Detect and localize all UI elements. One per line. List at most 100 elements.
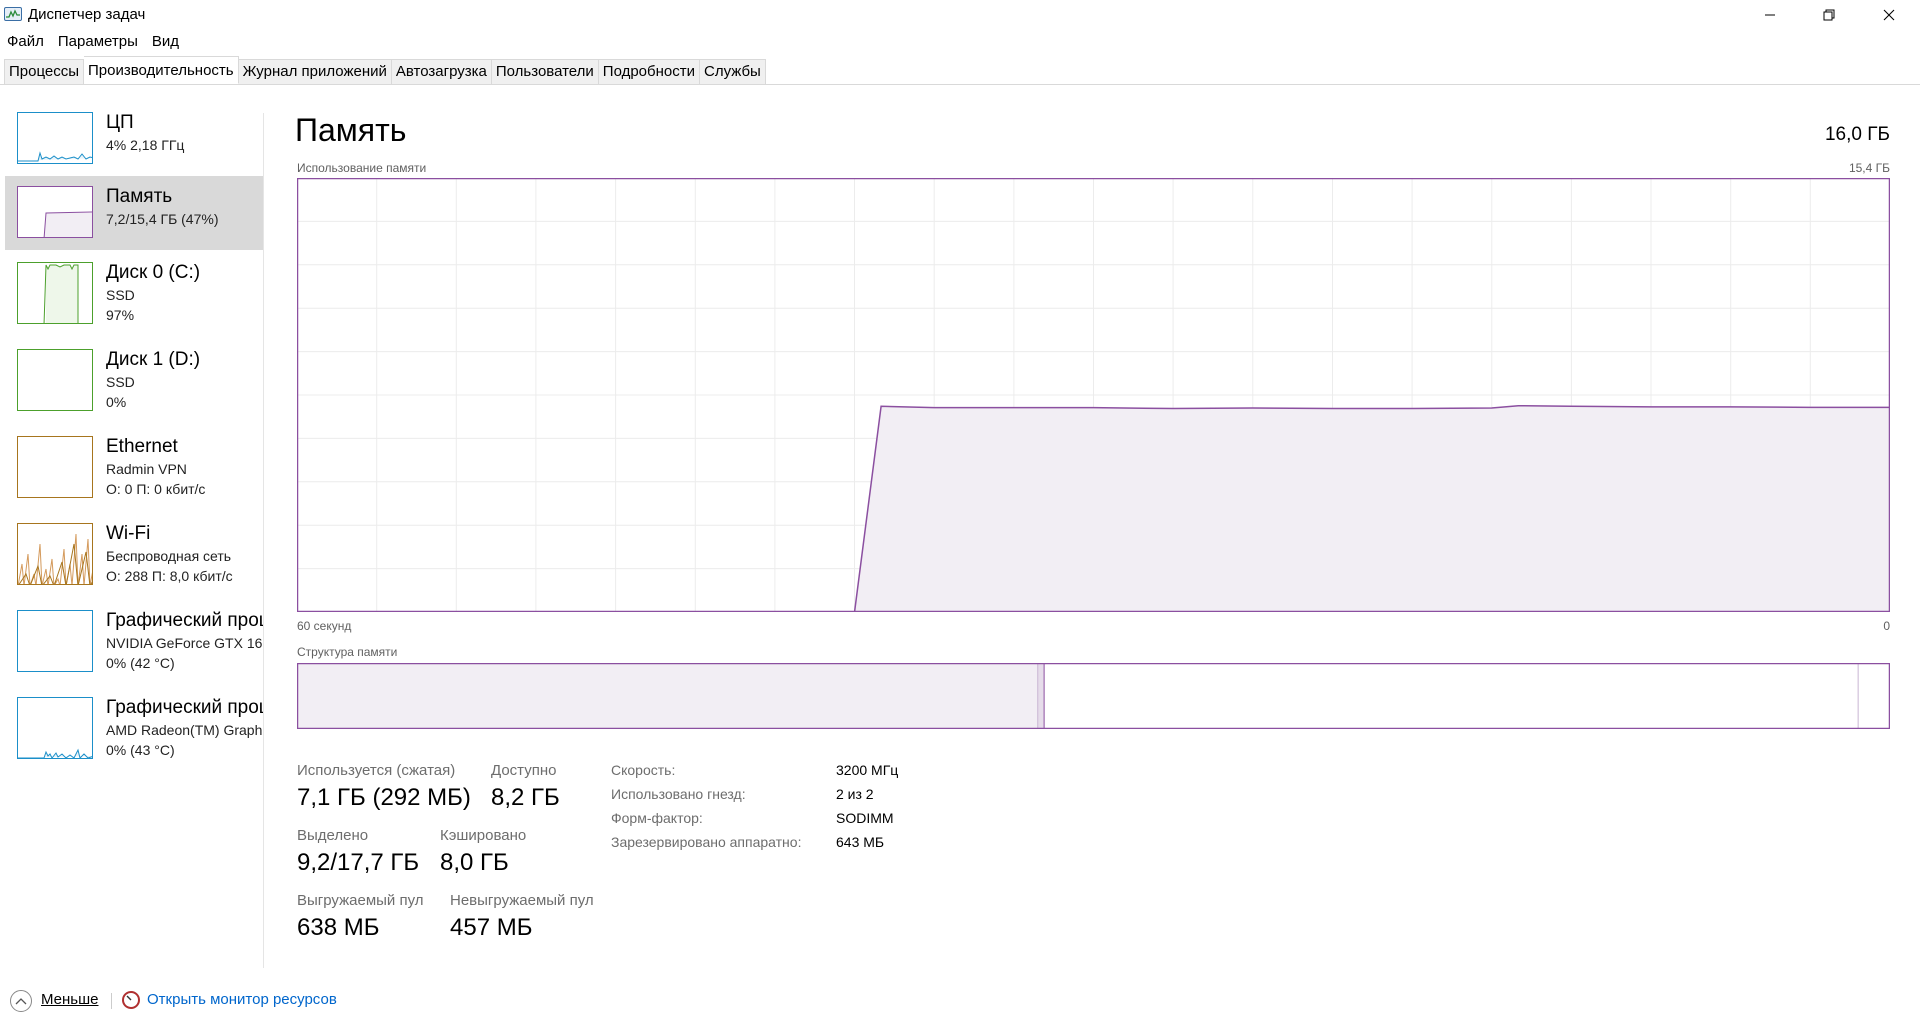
hardware-reserved-value: 643 МБ: [836, 834, 885, 850]
sidebar-item-gpu1[interactable]: Графический процессор 1 AMD Radeon(TM) G…: [5, 687, 263, 761]
sidebar-item-throughput: О: 0 П: 0 кбит/с: [106, 481, 206, 497]
sidebar-item-throughput: О: 288 П: 8,0 кбит/с: [106, 568, 233, 584]
restore-icon: [1823, 9, 1835, 21]
resource-monitor-icon: [122, 991, 140, 1009]
nonpaged-pool-label: Невыгружаемый пул: [450, 892, 594, 909]
sidebar-item-detail: NVIDIA GeForce GTX 1650: [106, 635, 263, 651]
tab-strip: Процессы Производительность Журнал прило…: [4, 56, 766, 85]
tab-details[interactable]: Подробности: [598, 59, 700, 85]
footer-divider: [111, 993, 112, 1009]
sidebar-item-detail: SSD: [106, 374, 135, 390]
gpu1-thumbnail-graph: [17, 697, 93, 759]
task-manager-icon: [4, 7, 22, 21]
gpu0-thumbnail-graph: [17, 610, 93, 672]
time-axis-left: 60 секунд: [297, 619, 352, 633]
structure-in-use: [297, 663, 1038, 729]
task-manager-window: Диспетчер задач Файл Параметры Вид Проце…: [0, 0, 1920, 1030]
close-button[interactable]: [1860, 0, 1918, 30]
committed-label: Выделено: [297, 827, 369, 844]
minimize-icon: [1765, 14, 1775, 16]
window-title: Диспетчер задач: [28, 6, 146, 23]
usage-graph-label: Использование памяти: [297, 161, 427, 175]
sidebar-item-usage: 0%: [106, 394, 127, 410]
hardware-reserved-label: Зарезервировано аппаратно:: [611, 834, 802, 850]
cached-label: Кэшировано: [440, 827, 527, 844]
sidebar-item-gpu0[interactable]: Графический процессор 0 NVIDIA GeForce G…: [5, 600, 263, 674]
chevron-up-icon[interactable]: [10, 990, 32, 1012]
sidebar-item-name: Ethernet: [106, 436, 178, 457]
sidebar-item-usage: 97%: [106, 307, 135, 323]
fewer-details-link[interactable]: Меньше: [41, 991, 98, 1008]
title-bar: Диспетчер задач: [0, 0, 1920, 30]
maximize-button[interactable]: [1800, 0, 1858, 30]
nonpaged-pool-value: 457 МБ: [450, 914, 533, 941]
tab-startup[interactable]: Автозагрузка: [391, 59, 492, 85]
sidebar-item-name: Диск 0 (C:): [106, 262, 201, 283]
tab-services[interactable]: Службы: [699, 59, 766, 85]
total-memory: 16,0 ГБ: [1824, 124, 1890, 145]
sidebar-item-disk1[interactable]: Диск 1 (D:) SSD 0%: [5, 339, 263, 413]
sidebar-item-name: ЦП: [106, 112, 134, 133]
page-title: Память: [295, 112, 407, 148]
memory-usage-chart: [297, 178, 1890, 612]
sidebar-item-cpu[interactable]: ЦП 4% 2,18 ГГц: [5, 102, 263, 176]
cached-value: 8,0 ГБ: [440, 849, 509, 876]
usage-graph-max: 15,4 ГБ: [1848, 161, 1890, 175]
in-use-value: 7,1 ГБ (292 МБ): [297, 784, 471, 811]
paged-pool-label: Выгружаемый пул: [297, 892, 424, 909]
tab-users[interactable]: Пользователи: [491, 59, 599, 85]
sidebar-item-memory[interactable]: Память 7,2/15,4 ГБ (47%): [5, 176, 263, 250]
speed-label: Скорость:: [611, 762, 676, 778]
in-use-label: Используется (сжатая): [297, 762, 456, 779]
structure-modified: [1037, 663, 1045, 729]
minimize-button[interactable]: [1741, 0, 1799, 30]
sidebar-item-ethernet[interactable]: Ethernet Radmin VPN О: 0 П: 0 кбит/с: [5, 426, 263, 500]
time-axis-right: 0: [1883, 619, 1890, 633]
sidebar-item-name: Диск 1 (D:): [106, 349, 201, 370]
sidebar-item-usage: 0% (43 °C): [106, 742, 175, 758]
paged-pool-value: 638 МБ: [297, 914, 380, 941]
wifi-thumbnail-graph: [17, 523, 93, 585]
close-icon: [1883, 9, 1895, 21]
sidebar-divider: [263, 113, 264, 968]
tab-app-history[interactable]: Журнал приложений: [238, 59, 392, 85]
open-resource-monitor-link[interactable]: Открыть монитор ресурсов: [147, 991, 337, 1008]
resource-sidebar: ЦП 4% 2,18 ГГц Память 7,2/15,4 ГБ (47%) …: [5, 102, 263, 792]
memory-usage-area: [854, 405, 1890, 612]
sidebar-item-detail: Беспроводная сеть: [106, 548, 232, 564]
cpu-thumbnail-graph: [17, 112, 93, 164]
available-label: Доступно: [491, 762, 557, 779]
sidebar-item-detail: Radmin VPN: [106, 461, 187, 477]
sidebar-item-usage: 0% (42 °C): [106, 655, 175, 671]
sidebar-item-detail: 4% 2,18 ГГц: [106, 137, 185, 153]
tab-processes[interactable]: Процессы: [4, 59, 85, 85]
ethernet-thumbnail-graph: [17, 436, 93, 498]
disk1-thumbnail-graph: [17, 349, 93, 411]
sidebar-item-detail: 7,2/15,4 ГБ (47%): [106, 211, 219, 227]
sidebar-item-disk0[interactable]: Диск 0 (C:) SSD 97%: [5, 252, 263, 326]
form-factor-label: Форм-фактор:: [611, 810, 703, 826]
sidebar-item-name: Графический процессор 0: [106, 610, 263, 631]
slots-value: 2 из 2: [836, 786, 874, 802]
menu-options[interactable]: Параметры: [51, 32, 145, 52]
memory-thumbnail-graph: [17, 186, 93, 238]
memory-composition-bar: [297, 663, 1890, 729]
sidebar-item-name: Память: [106, 186, 173, 207]
available-value: 8,2 ГБ: [491, 784, 560, 811]
sidebar-item-detail: SSD: [106, 287, 135, 303]
sidebar-item-wifi[interactable]: Wi-Fi Беспроводная сеть О: 288 П: 8,0 кб…: [5, 513, 263, 587]
form-factor-value: SODIMM: [836, 810, 894, 826]
menu-file[interactable]: Файл: [0, 32, 51, 52]
sidebar-item-detail: AMD Radeon(TM) Graphics: [106, 722, 263, 738]
footer-bar: Меньше Открыть монитор ресурсов: [0, 984, 1920, 1018]
speed-value: 3200 МГц: [836, 762, 899, 778]
tab-performance[interactable]: Производительность: [84, 56, 239, 84]
menu-view[interactable]: Вид: [145, 32, 186, 52]
structure-label: Структура памяти: [297, 645, 398, 659]
slots-label: Использовано гнезд:: [611, 786, 746, 802]
disk0-thumbnail-graph: [17, 262, 93, 324]
committed-value: 9,2/17,7 ГБ: [297, 849, 420, 876]
sidebar-item-name: Графический процессор 1: [106, 697, 263, 718]
sidebar-item-name: Wi-Fi: [106, 523, 151, 544]
menu-bar: Файл Параметры Вид: [0, 32, 186, 52]
